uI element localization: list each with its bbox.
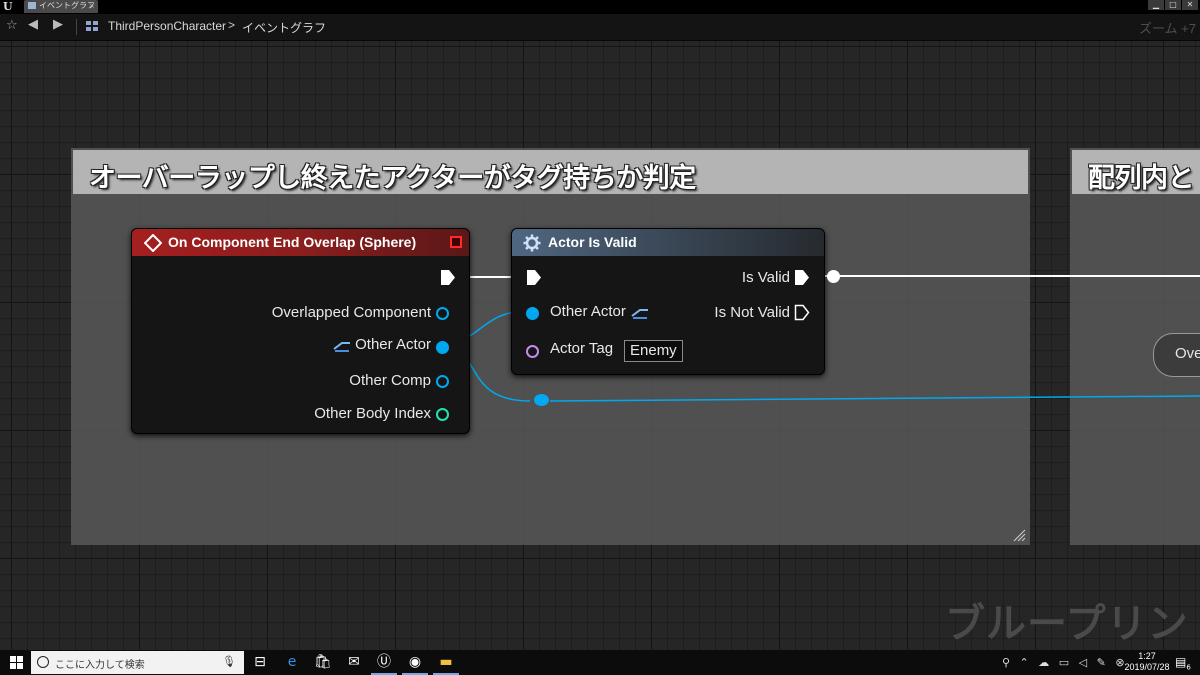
gear-icon: [523, 234, 541, 252]
object-pin-icon[interactable]: [436, 375, 449, 388]
file-explorer-icon[interactable]: ▬: [430, 650, 462, 675]
close-button[interactable]: ✕: [1182, 0, 1198, 10]
pin-label-overlapped-component: Overlapped Component: [271, 304, 431, 321]
star-icon[interactable]: ☆: [6, 18, 18, 33]
microphone-icon[interactable]: 🎙: [222, 655, 236, 668]
forward-arrow-icon[interactable]: ▶: [53, 17, 63, 32]
clock-date: 2019/07/28: [1124, 662, 1170, 672]
pin-label-is-valid: Is Valid: [741, 269, 790, 286]
pin-label-other-body-index: Other Body Index: [314, 405, 431, 422]
resize-grip-icon[interactable]: [1012, 528, 1026, 542]
comment-title: 配列内と: [1088, 163, 1195, 194]
taskbar-clock[interactable]: 1:27 2019/07/28: [1124, 651, 1170, 673]
breadcrumb-root[interactable]: ThirdPersonCharacter: [108, 19, 226, 33]
mail-icon[interactable]: ✉: [338, 650, 370, 675]
exec-knot-icon[interactable]: [827, 270, 840, 283]
chrome-icon[interactable]: ◉: [399, 650, 431, 675]
exec-out-pin-empty-icon[interactable]: [794, 304, 810, 321]
blueprint-graph-icon: [86, 21, 99, 32]
notification-count: 6: [1186, 663, 1191, 672]
event-node-end-overlap[interactable]: On Component End Overlap (Sphere) Overla…: [131, 228, 470, 434]
reroute-node[interactable]: [534, 394, 549, 406]
graph-canvas[interactable]: オーバーラップし終えたアクターがタグ持ちか判定 配列内と On Componen…: [0, 41, 1200, 650]
pin-label-actor-tag: Actor Tag: [550, 340, 614, 357]
node-partial-label: Ove: [1175, 345, 1200, 362]
taskbar-search-input[interactable]: ここに入力して検索 🎙: [31, 651, 244, 674]
object-pin-connected-icon[interactable]: [526, 307, 539, 320]
graph-toolbar: ☆ ◀ ▶ ThirdPersonCharacter > イベントグラフ ズーム…: [0, 14, 1200, 41]
search-placeholder: ここに入力して検索: [55, 660, 145, 671]
tab-event-graph[interactable]: イベントグラフ ×: [24, 0, 98, 13]
maximize-button[interactable]: □: [1165, 0, 1181, 10]
search-icon: [37, 656, 49, 668]
delegate-pin-icon[interactable]: [450, 236, 462, 248]
unreal-editor-taskbar-icon[interactable]: Ⓤ: [368, 650, 400, 675]
comment-header[interactable]: オーバーラップし終えたアクターがタグ持ちか判定: [73, 150, 1028, 194]
actor-tag-input[interactable]: Enemy: [624, 340, 683, 362]
tab-label: イベントグラフ: [39, 1, 95, 10]
pin-label-is-not-valid: Is Not Valid: [714, 304, 790, 321]
graph-icon: [28, 2, 36, 9]
tab-close-icon[interactable]: ×: [88, 0, 95, 12]
exec-out-pin-icon[interactable]: [440, 269, 456, 286]
actor-class-icon: [631, 309, 648, 319]
node-title: Actor Is Valid: [548, 234, 637, 250]
pin-label-other-comp: Other Comp: [349, 372, 431, 389]
actor-class-icon: [333, 342, 350, 352]
event-diamond-icon: [144, 234, 162, 252]
function-node-actor-is-valid[interactable]: Actor Is Valid Is Valid Other Actor Is N…: [511, 228, 825, 375]
task-view-icon[interactable]: ⊟: [244, 650, 276, 675]
pin-label-other-actor: Other Actor: [550, 303, 626, 320]
comment-header[interactable]: 配列内と: [1072, 150, 1200, 194]
breadcrumb-current[interactable]: イベントグラフ: [242, 19, 326, 36]
pin-label-other-actor: Other Actor: [355, 336, 431, 353]
exec-out-pin-icon[interactable]: [794, 269, 810, 286]
blueprint-watermark: ブループリント: [945, 601, 1200, 647]
window-controls: ▁ □ ✕: [1148, 0, 1198, 11]
edge-browser-icon[interactable]: e: [276, 650, 308, 675]
windows-start-icon[interactable]: [10, 656, 23, 669]
notification-icon[interactable]: ▤6: [1175, 655, 1191, 671]
node-title: On Component End Overlap (Sphere): [168, 234, 417, 250]
taskbar: ここに入力して検索 🎙 ⊟ e 🛍 ✉ Ⓤ ◉ ▬ ⚲ ⌃ ☁ ▭ ◁ ✎ ⊗ …: [0, 650, 1200, 675]
clock-time: 1:27: [1138, 651, 1156, 661]
store-icon[interactable]: 🛍: [307, 650, 339, 675]
object-pin-connected-icon[interactable]: [436, 341, 449, 354]
zoom-level: ズーム +7: [1138, 21, 1196, 36]
back-arrow-icon[interactable]: ◀: [28, 17, 38, 32]
object-pin-icon[interactable]: [436, 307, 449, 320]
comment-title: オーバーラップし終えたアクターがタグ持ちか判定: [89, 163, 696, 194]
title-bar: U イベントグラフ × ▁ □ ✕: [0, 0, 1200, 14]
name-pin-icon[interactable]: [526, 345, 539, 358]
exec-in-pin-icon[interactable]: [526, 269, 542, 286]
int-pin-icon[interactable]: [436, 408, 449, 421]
system-tray[interactable]: ⚲ ⌃ ☁ ▭ ◁ ✎ ⊗: [1002, 656, 1128, 669]
breadcrumb-separator: >: [228, 18, 236, 32]
node-partial-right[interactable]: Ove: [1153, 333, 1200, 377]
minimize-button[interactable]: ▁: [1148, 0, 1164, 10]
toolbar-divider: [76, 19, 77, 35]
unreal-logo-icon: U: [3, 0, 13, 13]
